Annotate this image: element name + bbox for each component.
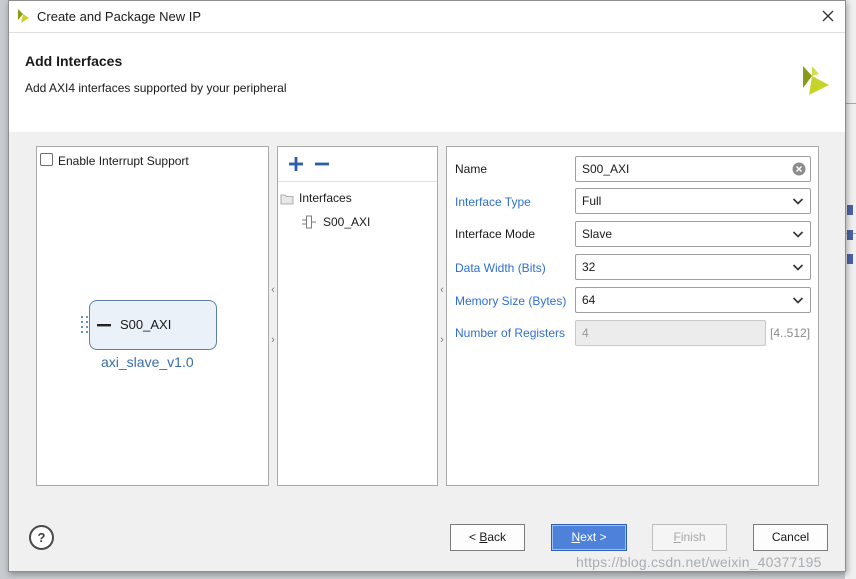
watermark: https://blog.csdn.net/weixin_40377195 [576, 554, 822, 570]
background-divider [845, 103, 856, 104]
chevron-down-icon [792, 297, 804, 304]
next-button[interactable]: Next > [551, 524, 627, 551]
memory-size-value: 64 [582, 293, 596, 307]
add-icon[interactable] [288, 156, 304, 172]
back-button[interactable]: < Back [450, 524, 525, 551]
data-width-value: 32 [582, 260, 596, 274]
interface-mode-value: Slave [582, 227, 613, 241]
ip-port-label: S00_AXI [120, 317, 172, 332]
back-rest: ack [487, 530, 507, 544]
chevron-down-icon [792, 198, 804, 205]
background-marker [847, 205, 853, 215]
block-preview-panel: Enable Interrupt Support S00_AXI axi_sla… [36, 146, 269, 486]
interfaces-panel: Interfaces S00_AXI [277, 146, 438, 486]
interface-mode-label: Interface Mode [455, 227, 536, 241]
splitter-expand-right[interactable]: › [269, 334, 277, 346]
num-registers-value: 4 [582, 326, 589, 340]
folder-icon [280, 194, 294, 205]
ip-block: S00_AXI [89, 300, 217, 350]
interface-mode-select[interactable]: Slave [575, 221, 811, 247]
num-registers-range: [4..512] [770, 326, 811, 340]
interface-type-select[interactable]: Full [575, 188, 811, 214]
create-package-ip-dialog: Create and Package New IP Add Interfaces… [8, 0, 846, 572]
vivado-logo-icon [18, 9, 29, 23]
interfaces-tree-root[interactable]: Interfaces [299, 191, 352, 205]
interrupt-checkbox[interactable] [40, 153, 53, 166]
splitter-collapse-middle[interactable]: ‹ [438, 284, 446, 296]
chevron-down-icon [792, 264, 804, 271]
ip-block-name: axi_slave_v1.0 [101, 354, 194, 370]
back-prefix: < [468, 530, 480, 544]
splitter-collapse-left[interactable]: ‹ [269, 284, 277, 296]
interface-icon [302, 215, 316, 229]
memory-size-label: Memory Size (Bytes) [455, 294, 567, 308]
title-bar: Create and Package New IP [9, 1, 845, 32]
name-value: S00_AXI [582, 162, 630, 176]
data-width-select[interactable]: 32 [575, 254, 811, 280]
interface-properties-panel: Name S00_AXI Interface Type Full Interfa… [446, 146, 819, 486]
chevron-down-icon [792, 231, 804, 238]
finish-button: Finish [652, 524, 727, 551]
splitter-expand-middle[interactable]: › [438, 334, 446, 346]
next-rest: ext > [580, 530, 607, 544]
window-title: Create and Package New IP [37, 9, 202, 24]
close-icon[interactable] [819, 7, 837, 25]
background-marker [847, 254, 853, 264]
toolbar-divider [278, 181, 437, 182]
data-width-label: Data Width (Bits) [455, 261, 546, 275]
collapse-port-icon[interactable] [96, 319, 112, 331]
interface-type-label: Interface Type [455, 195, 531, 209]
interface-type-value: Full [582, 194, 602, 208]
remove-icon[interactable] [314, 156, 330, 172]
finish-rest: inish [680, 530, 706, 544]
finish-accel: F [673, 530, 681, 544]
num-registers-label: Number of Registers [455, 326, 566, 340]
name-label: Name [455, 162, 488, 176]
clear-icon[interactable] [792, 162, 806, 176]
vivado-logo-icon [803, 66, 829, 95]
memory-size-select[interactable]: 64 [575, 287, 811, 313]
interface-tree-item[interactable]: S00_AXI [323, 215, 370, 229]
page-subtitle: Add AXI4 interfaces supported by your pe… [25, 81, 287, 95]
name-input[interactable]: S00_AXI [575, 156, 811, 182]
help-button[interactable]: ? [29, 525, 54, 550]
cancel-button[interactable]: Cancel [753, 524, 828, 551]
background-marker [847, 230, 853, 240]
interrupt-checkbox-label: Enable Interrupt Support [58, 154, 189, 168]
next-accel: N [571, 530, 581, 544]
num-registers-input: 4 [575, 320, 766, 346]
wizard-header: Add Interfaces Add AXI4 interfaces suppo… [9, 32, 845, 132]
page-title: Add Interfaces [25, 53, 123, 69]
background-app-strip [845, 0, 856, 579]
